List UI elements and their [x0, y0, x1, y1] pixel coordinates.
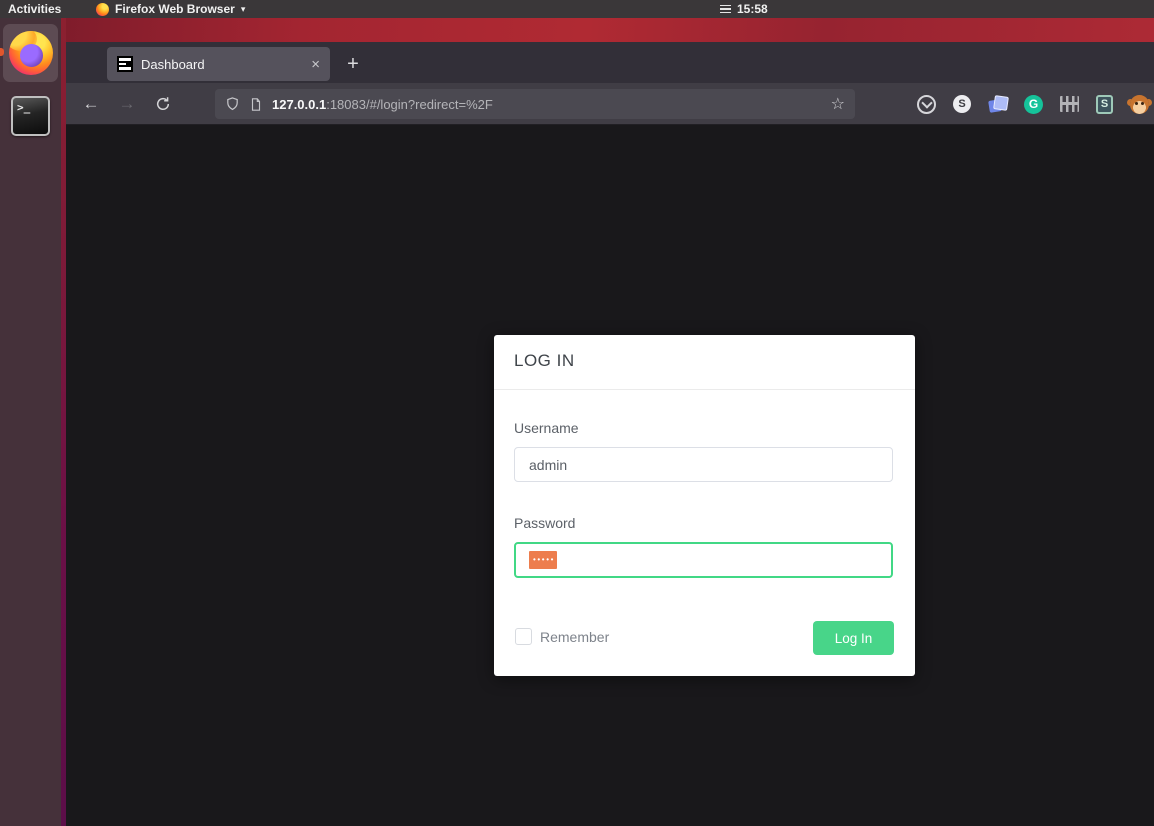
tab-dashboard[interactable]: Dashboard × — [107, 47, 330, 81]
firefox-mini-icon — [96, 2, 109, 16]
divider — [494, 389, 915, 390]
login-card: LOG IN Username Password ••••• Remember … — [494, 335, 915, 676]
navigation-toolbar: ← → 127.0.0.1:18083/#/login?redirect=%2F… — [66, 83, 1154, 125]
login-title: LOG IN — [514, 351, 575, 370]
url-bar[interactable]: 127.0.0.1:18083/#/login?redirect=%2F ☆ — [215, 89, 855, 119]
clock-menu[interactable]: 15:58 — [720, 0, 768, 18]
activities-button[interactable]: Activities — [8, 0, 61, 18]
firefox-window: Dashboard × + ← → 127.0.0.1:18083/#/logi… — [66, 42, 1154, 826]
url-host: 127.0.0.1 — [272, 96, 327, 112]
clock-label: 15:58 — [737, 2, 768, 16]
new-tab-button[interactable]: + — [338, 49, 368, 79]
dock-item-terminal[interactable]: >_ — [11, 96, 50, 136]
url-path: :18083/#/login?redirect=%2F — [326, 96, 493, 112]
stylus-icon[interactable]: S — [1096, 94, 1113, 114]
dock-item-firefox[interactable] — [3, 24, 58, 82]
page-info-icon[interactable] — [249, 97, 263, 112]
remember-checkbox[interactable] — [515, 628, 532, 645]
shield-icon[interactable] — [225, 96, 240, 112]
app-menu-label: Firefox Web Browser — [115, 2, 235, 16]
password-selected-text: ••••• — [529, 551, 558, 569]
reload-icon — [156, 97, 170, 110]
password-field[interactable]: ••••• — [514, 542, 893, 578]
tab-bar: Dashboard × + — [66, 42, 1154, 83]
calendar-lines-icon — [720, 4, 731, 14]
pocket-icon[interactable] — [917, 94, 936, 114]
dock: >_ — [0, 18, 61, 826]
tampermonkey-icon[interactable] — [1130, 94, 1149, 114]
chevron-down-icon: ▾ — [240, 4, 246, 14]
forward-button[interactable]: → — [112, 89, 142, 119]
page-content: LOG IN Username Password ••••• Remember … — [66, 125, 1154, 826]
dashboard-favicon-icon — [117, 56, 133, 72]
grammarly-icon[interactable]: G — [1024, 94, 1043, 114]
firefox-icon — [8, 31, 53, 75]
app-menu[interactable]: Firefox Web Browser ▾ — [96, 0, 245, 18]
login-button[interactable]: Log In — [813, 621, 894, 655]
password-label: Password — [514, 515, 576, 531]
remember-label[interactable]: Remember — [540, 629, 609, 645]
back-button[interactable]: ← — [76, 89, 106, 119]
tab-title: Dashboard — [141, 56, 205, 72]
username-field[interactable] — [514, 447, 893, 482]
terminal-icon: >_ — [17, 101, 31, 114]
shortkeys-icon[interactable]: S — [953, 95, 971, 113]
fence-icon[interactable] — [1060, 96, 1079, 112]
desktop: Activities Firefox Web Browser ▾ 15:58 >… — [0, 0, 1154, 826]
username-label: Username — [514, 420, 579, 436]
reload-button[interactable] — [148, 89, 178, 119]
running-indicator-dot — [0, 48, 4, 56]
extension-toolbar: S G S — [917, 83, 1149, 125]
bookmark-star-icon[interactable]: ☆ — [831, 94, 845, 114]
notes-stack-icon[interactable] — [988, 95, 1007, 114]
url-text: 127.0.0.1:18083/#/login?redirect=%2F — [272, 97, 822, 112]
desktop-wallpaper-strip — [61, 18, 1154, 42]
system-top-bar: Activities Firefox Web Browser ▾ 15:58 — [0, 0, 1154, 18]
close-tab-icon[interactable]: × — [311, 57, 320, 72]
